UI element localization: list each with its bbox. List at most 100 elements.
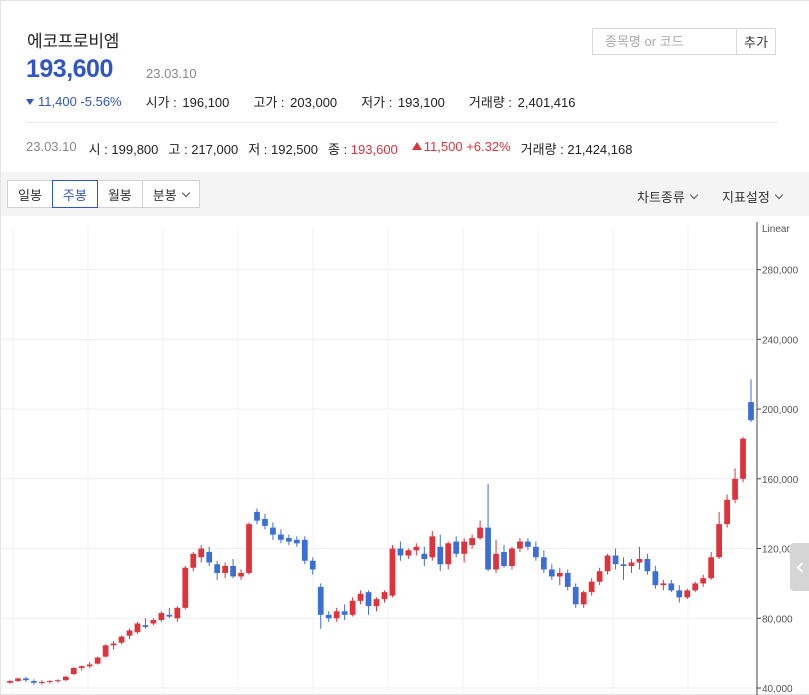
candle-body: [238, 572, 244, 577]
candle-body: [110, 643, 117, 646]
price-change-pct: -5.56%: [80, 94, 122, 109]
stat-high: 고가 : 203,000: [253, 95, 338, 110]
candle-body: [158, 613, 165, 621]
candle-body: [493, 553, 499, 570]
candlestick-chart[interactable]: Linear 40,00080,000120,000160,000200,000…: [1, 216, 809, 695]
candle-body: [15, 678, 21, 682]
indicator-settings-dropdown[interactable]: 지표설정: [722, 187, 784, 206]
candle-body: [309, 560, 316, 570]
candle-body: [469, 538, 475, 546]
chart-type-dropdown[interactable]: 차트종류: [637, 187, 699, 206]
candle-body: [509, 548, 515, 566]
y-tick-label: 240,000: [762, 335, 799, 346]
candle-open: 시 : 199,800: [88, 142, 159, 157]
candle-body: [270, 527, 276, 535]
stat-volume: 거래량 : 2,401,416: [468, 95, 576, 110]
search-input[interactable]: [593, 29, 737, 54]
candle-body: [596, 571, 603, 582]
candle-body: [533, 546, 539, 558]
period-weekly-button[interactable]: 주봉: [51, 180, 98, 208]
candle-body: [572, 586, 579, 605]
candle-body: [437, 546, 444, 565]
candle-body: [708, 557, 715, 579]
candle-body: [278, 534, 284, 540]
y-tick-label: 200,000: [762, 405, 799, 416]
candle-body: [684, 590, 691, 598]
indicator-settings-label: 지표설정: [722, 190, 770, 205]
candle-body: [102, 645, 109, 657]
price-change: 11,400 -5.56%: [26, 94, 122, 109]
stat-open: 시가 : 196,100: [145, 95, 230, 110]
candle-change-amount: 11,500: [423, 139, 463, 154]
candle-body: [333, 611, 340, 619]
candle-volume: 거래량 : 21,424,168: [520, 142, 633, 157]
period-minute-label: 분봉: [152, 187, 177, 203]
candle-body: [317, 586, 324, 615]
candle-body: [166, 614, 173, 617]
candle-low: 저 : 192,500: [248, 142, 318, 157]
candle-body: [429, 536, 436, 558]
candle-body: [604, 555, 611, 572]
candle-body: [206, 552, 213, 563]
candle-body: [373, 599, 380, 607]
candle-body: [716, 524, 722, 558]
candle-body: [150, 620, 157, 624]
candle-body: [748, 402, 754, 421]
candle-info-row: 23.03.10 시 : 199,800 고 : 217,000 저 : 192…: [26, 139, 642, 158]
candle-body: [341, 611, 348, 615]
candle-body: [126, 630, 133, 636]
candle-body: [405, 550, 412, 556]
price-change-amount: 11,400: [38, 94, 77, 109]
candle-body: [628, 562, 635, 566]
candle-body: [190, 553, 197, 568]
candle-body: [293, 539, 300, 544]
add-button[interactable]: 추가: [737, 29, 775, 54]
y-axis-ticks: 40,00080,000120,000160,000200,000240,000…: [757, 266, 799, 695]
candle-body: [636, 559, 643, 563]
chevron-down-icon: [689, 190, 699, 200]
candle-body: [477, 527, 483, 539]
candle-body: [365, 592, 372, 607]
down-triangle-icon: [26, 98, 34, 105]
chart-type-label: 차트종류: [637, 190, 685, 205]
candle-body: [580, 592, 587, 605]
stock-search: 추가: [592, 28, 776, 55]
candle-body: [517, 541, 523, 549]
period-daily-button[interactable]: 일봉: [7, 180, 53, 208]
candle-body: [740, 438, 746, 479]
chevron-left-icon: [796, 562, 806, 572]
candle-body: [644, 559, 651, 572]
period-minute-button[interactable]: 분봉: [141, 180, 200, 208]
stock-name: 에코프로비엠: [27, 32, 120, 51]
candle-close: 종 : 193,600: [328, 142, 398, 157]
y-tick-label: 80,000: [762, 614, 793, 625]
candle-body: [612, 555, 619, 565]
candle-body: [54, 680, 61, 682]
candle-body: [724, 499, 730, 525]
candle-body: [676, 590, 683, 598]
candle-body: [78, 666, 85, 668]
period-monthly-button[interactable]: 월봉: [96, 180, 143, 208]
candle-body: [700, 578, 707, 584]
candle-body: [246, 524, 252, 573]
candle-body: [413, 546, 420, 551]
divider: [26, 122, 778, 123]
candle-body: [301, 539, 308, 561]
y-tick-label: 160,000: [762, 475, 799, 486]
collapse-panel-tab[interactable]: [790, 543, 809, 591]
candle-body: [349, 600, 356, 615]
candle-body: [198, 548, 205, 558]
y-tick-label: 40,000: [762, 684, 793, 695]
candle-body: [421, 553, 428, 560]
candle-high: 고 : 217,000: [168, 142, 239, 157]
candle-body: [222, 565, 228, 573]
price-summary-row: 11,400 -5.56% 시가 : 196,100 고가 : 203,000 …: [26, 92, 575, 111]
candle-body: [453, 541, 460, 554]
candle-body: [39, 681, 45, 683]
candle-body: [70, 667, 77, 675]
candle-body: [46, 681, 53, 683]
candle-body: [142, 625, 149, 628]
stat-low: 저가 : 193,100: [361, 95, 445, 110]
up-triangle-icon: [411, 142, 422, 150]
chart-toolbar: 일봉 주봉 월봉 분봉 차트종류 지표설정: [1, 172, 809, 216]
